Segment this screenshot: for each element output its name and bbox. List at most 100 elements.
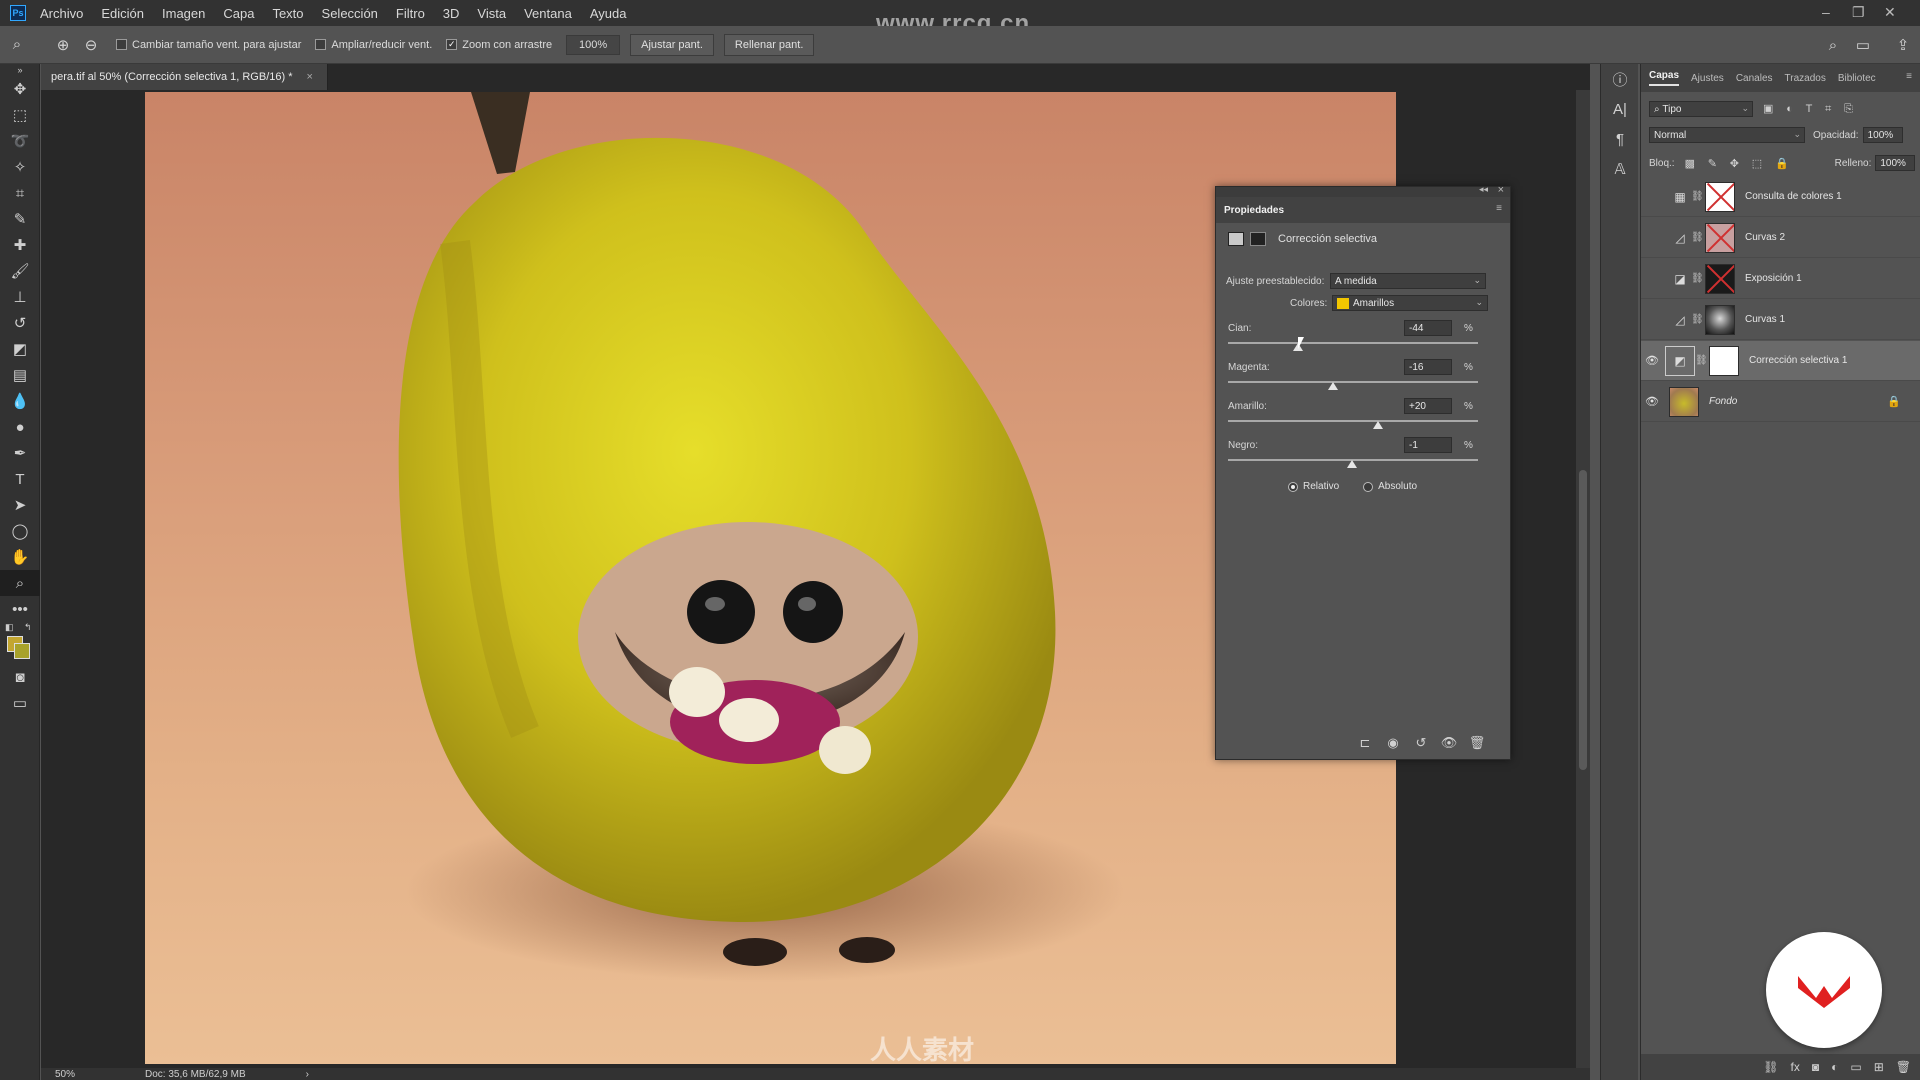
adjustment-filter-icon[interactable]: ◐ — [1786, 103, 1793, 115]
new-adjustment-icon[interactable]: ◐ — [1831, 1060, 1838, 1074]
document-size[interactable]: Doc: 35,6 MB/62,9 MB — [145, 1069, 246, 1080]
type-filter-icon[interactable]: T — [1806, 103, 1813, 115]
delete-icon[interactable]: 🗑 — [1466, 735, 1488, 751]
slider-track[interactable] — [1228, 420, 1478, 422]
slider-knob[interactable] — [1346, 460, 1357, 468]
glyphs-icon[interactable]: 𝔸 — [1601, 154, 1639, 184]
layer-row-selected[interactable]: 👁 ◩ ⛓ Corrección selectiva 1 — [1641, 341, 1920, 381]
shape-tool-icon[interactable]: ◯ — [0, 518, 40, 544]
slider-value-field[interactable]: -16 — [1404, 359, 1452, 375]
menu-capa[interactable]: Capa — [223, 6, 254, 21]
fill-screen-button[interactable]: Rellenar pant. — [723, 33, 815, 56]
quick-mask-icon[interactable]: ◙ — [0, 664, 40, 690]
zoom-tool-icon[interactable]: ⌕ — [0, 570, 40, 596]
tab-trazados[interactable]: Trazados — [1785, 73, 1826, 84]
zoom-tool-icon[interactable]: ⌕ — [6, 34, 28, 56]
slider-value-field[interactable]: +20 — [1404, 398, 1452, 414]
layer-mask-thumbnail[interactable] — [1705, 263, 1735, 294]
menu-archivo[interactable]: Archivo — [40, 6, 83, 21]
layer-row[interactable]: ◿ ⛓ Curvas 2 — [1641, 218, 1920, 258]
layer-mask-thumbnail[interactable] — [1705, 181, 1735, 212]
menu-filtro[interactable]: Filtro — [396, 6, 425, 21]
document-tab[interactable]: pera.tif al 50% (Corrección selectiva 1,… — [41, 64, 328, 90]
reset-icon[interactable]: ↺ — [1410, 735, 1432, 751]
collapse-toolbar-icon[interactable]: » — [0, 64, 40, 76]
color-swatches[interactable]: ◧ ↰ — [0, 622, 40, 664]
eyedropper-tool-icon[interactable]: ✎ — [0, 206, 40, 232]
menu-edicion[interactable]: Edición — [101, 6, 144, 21]
eraser-tool-icon[interactable]: ◩ — [0, 336, 40, 362]
layer-row[interactable]: 👁 Fondo 🔒 — [1641, 382, 1920, 422]
magic-wand-tool-icon[interactable]: ✧ — [0, 154, 40, 180]
pixel-filter-icon[interactable]: ▣ — [1763, 103, 1773, 115]
checkbox-box[interactable] — [116, 39, 127, 50]
layer-name[interactable]: Exposición 1 — [1745, 273, 1802, 284]
layer-row[interactable]: ▦ ⛓ Consulta de colores 1 — [1641, 177, 1920, 217]
clip-to-layer-icon[interactable]: ⊏ — [1354, 735, 1376, 751]
tab-canales[interactable]: Canales — [1736, 73, 1773, 84]
restore-icon[interactable]: ❐ — [1852, 4, 1865, 21]
fx-icon[interactable]: fx — [1791, 1060, 1800, 1074]
status-menu-arrow-icon[interactable]: › — [306, 1069, 309, 1080]
scrubby-zoom-checkbox[interactable]: ✓ Zoom con arrastre — [446, 39, 552, 51]
canvas[interactable] — [145, 92, 1396, 1064]
workspace-icon[interactable]: ▭ — [1852, 34, 1874, 56]
history-brush-tool-icon[interactable]: ↺ — [0, 310, 40, 336]
layer-name[interactable]: Curvas 1 — [1745, 314, 1785, 325]
close-tab-icon[interactable]: × — [307, 71, 313, 83]
preset-dropdown[interactable]: A medida ⌄ — [1330, 273, 1486, 289]
slider-value-field[interactable]: -1 — [1404, 437, 1452, 453]
tab-ajustes[interactable]: Ajustes — [1691, 73, 1724, 84]
dodge-tool-icon[interactable]: ● — [0, 414, 40, 440]
lock-position-icon[interactable]: ✥ — [1730, 158, 1739, 170]
default-colors-icon[interactable]: ◧ — [5, 622, 14, 633]
layer-row[interactable]: ◪ ⛓ Exposición 1 — [1641, 259, 1920, 299]
fit-screen-button[interactable]: Ajustar pant. — [630, 33, 714, 56]
layer-mask-thumbnail[interactable] — [1705, 222, 1735, 253]
slider-track[interactable] — [1228, 381, 1478, 383]
crop-tool-icon[interactable]: ⌗ — [0, 180, 40, 206]
add-mask-icon[interactable]: ◙ — [1812, 1060, 1819, 1074]
menu-3d[interactable]: 3D — [443, 6, 460, 21]
zoom-out-icon[interactable]: ⊖ — [80, 34, 102, 56]
character-icon[interactable]: A| — [1601, 94, 1639, 124]
menu-seleccion[interactable]: Selección — [322, 6, 378, 21]
screen-mode-icon[interactable]: ▭ — [0, 690, 40, 716]
lasso-tool-icon[interactable]: ➰ — [0, 128, 40, 154]
checkbox-box[interactable] — [315, 39, 327, 50]
opacity-field[interactable]: 100% — [1862, 127, 1903, 143]
zoom-in-icon[interactable]: ⊕ — [52, 34, 74, 56]
eye-icon[interactable]: 👁 — [1641, 354, 1663, 367]
eye-icon[interactable]: 👁 — [1641, 395, 1663, 408]
menu-vista[interactable]: Vista — [477, 6, 506, 21]
panel-menu-icon[interactable]: ≡ — [1906, 71, 1912, 82]
absolute-radio[interactable] — [1363, 481, 1374, 492]
menu-imagen[interactable]: Imagen — [162, 6, 205, 21]
collapse-panel-icon[interactable]: ◂◂ — [1479, 184, 1488, 195]
layer-name[interactable]: Fondo — [1709, 396, 1737, 407]
brush-tool-icon[interactable]: 🖌 — [0, 258, 40, 284]
delete-layer-icon[interactable]: 🗑 — [1896, 1060, 1911, 1074]
menu-ventana[interactable]: Ventana — [524, 6, 572, 21]
image-icon[interactable] — [1669, 386, 1699, 417]
layer-name[interactable]: Curvas 2 — [1745, 232, 1785, 243]
blend-mode-dropdown[interactable]: Normal ⌄ — [1649, 127, 1805, 143]
marquee-tool-icon[interactable]: ⬚ — [0, 102, 40, 128]
layer-name[interactable]: Consulta de colores 1 — [1745, 191, 1842, 202]
link-layers-icon[interactable]: ⛓ — [1763, 1060, 1778, 1074]
new-layer-icon[interactable]: ⊞ — [1874, 1060, 1884, 1074]
paragraph-icon[interactable]: ¶ — [1601, 124, 1639, 154]
properties-titlebar[interactable]: ◂◂ × — [1216, 184, 1510, 197]
slider-track[interactable] — [1228, 342, 1478, 344]
pen-tool-icon[interactable]: ✒ — [0, 440, 40, 466]
layer-name[interactable]: Corrección selectiva 1 — [1749, 355, 1847, 366]
background-color-swatch[interactable] — [14, 643, 30, 659]
checkbox-box[interactable]: ✓ — [446, 39, 458, 50]
healing-tool-icon[interactable]: ✚ — [0, 232, 40, 258]
new-group-icon[interactable]: ▭ — [1850, 1060, 1861, 1074]
vertical-scrollbar[interactable] — [1576, 90, 1590, 1068]
minimize-icon[interactable]: – — [1822, 4, 1830, 20]
path-selection-tool-icon[interactable]: ➤ — [0, 492, 40, 518]
tab-bibliotecas[interactable]: Bibliotec — [1838, 73, 1876, 84]
blur-tool-icon[interactable]: 💧 — [0, 388, 40, 414]
